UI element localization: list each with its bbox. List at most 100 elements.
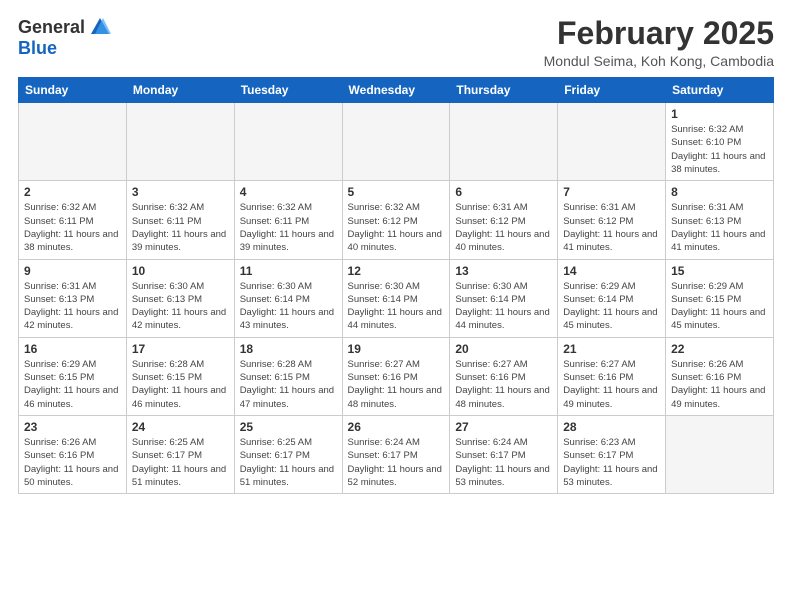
table-row	[19, 103, 127, 181]
table-row	[450, 103, 558, 181]
day-number: 18	[240, 342, 337, 356]
table-row: 4 Sunrise: 6:32 AM Sunset: 6:11 PM Daylig…	[234, 181, 342, 259]
calendar-week-row: 2 Sunrise: 6:32 AM Sunset: 6:11 PM Daylig…	[19, 181, 774, 259]
day-number: 20	[455, 342, 552, 356]
table-row: 19Sunrise: 6:27 AM Sunset: 6:16 PM Dayli…	[342, 337, 450, 415]
day-number: 9	[24, 264, 121, 278]
logo-blue-text: Blue	[18, 38, 57, 59]
day-number: 16	[24, 342, 121, 356]
logo: General Blue	[18, 16, 111, 59]
day-number: 10	[132, 264, 229, 278]
day-info: Sunrise: 6:32 AM Sunset: 6:11 PM Dayligh…	[24, 201, 121, 254]
table-row	[342, 103, 450, 181]
day-info: Sunrise: 6:30 AM Sunset: 6:14 PM Dayligh…	[348, 280, 445, 333]
day-info: Sunrise: 6:28 AM Sunset: 6:15 PM Dayligh…	[240, 358, 337, 411]
col-monday: Monday	[126, 78, 234, 103]
day-number: 1	[671, 107, 768, 121]
day-info: Sunrise: 6:29 AM Sunset: 6:15 PM Dayligh…	[671, 280, 768, 333]
table-row: 3Sunrise: 6:32 AM Sunset: 6:11 PM Daylig…	[126, 181, 234, 259]
day-number: 28	[563, 420, 660, 434]
day-number: 11	[240, 264, 337, 278]
table-row: 13 Sunrise: 6:30 AM Sunset: 6:14 PM Dayli…	[450, 259, 558, 337]
day-info: Sunrise: 6:31 AM Sunset: 6:13 PM Dayligh…	[24, 280, 121, 333]
table-row: 20 Sunrise: 6:27 AM Sunset: 6:16 PM Dayli…	[450, 337, 558, 415]
day-number: 2	[24, 185, 121, 199]
col-wednesday: Wednesday	[342, 78, 450, 103]
table-row: 26 Sunrise: 6:24 AM Sunset: 6:17 PM Dayli…	[342, 415, 450, 493]
table-row: 9 Sunrise: 6:31 AM Sunset: 6:13 PM Daylig…	[19, 259, 127, 337]
day-info: Sunrise: 6:31 AM Sunset: 6:12 PM Dayligh…	[563, 201, 660, 254]
col-thursday: Thursday	[450, 78, 558, 103]
day-number: 15	[671, 264, 768, 278]
table-row	[234, 103, 342, 181]
day-info: Sunrise: 6:30 AM Sunset: 6:13 PM Dayligh…	[132, 280, 229, 333]
day-number: 19	[348, 342, 445, 356]
day-info: Sunrise: 6:32 AM Sunset: 6:12 PM Dayligh…	[348, 201, 445, 254]
day-info: Sunrise: 6:23 AM Sunset: 6:17 PM Dayligh…	[563, 436, 660, 489]
day-info: Sunrise: 6:31 AM Sunset: 6:13 PM Dayligh…	[671, 201, 768, 254]
day-info: Sunrise: 6:26 AM Sunset: 6:16 PM Dayligh…	[671, 358, 768, 411]
calendar-week-row: 1 Sunrise: 6:32 AM Sunset: 6:10 PM Daylig…	[19, 103, 774, 181]
day-number: 26	[348, 420, 445, 434]
day-number: 24	[132, 420, 229, 434]
day-number: 22	[671, 342, 768, 356]
col-saturday: Saturday	[666, 78, 774, 103]
table-row	[666, 415, 774, 493]
table-row: 28 Sunrise: 6:23 AM Sunset: 6:17 PM Dayli…	[558, 415, 666, 493]
table-row	[558, 103, 666, 181]
title-block: February 2025 Mondul Seima, Koh Kong, Ca…	[544, 16, 774, 69]
day-number: 7	[563, 185, 660, 199]
day-number: 13	[455, 264, 552, 278]
day-info: Sunrise: 6:27 AM Sunset: 6:16 PM Dayligh…	[455, 358, 552, 411]
day-number: 17	[132, 342, 229, 356]
day-info: Sunrise: 6:30 AM Sunset: 6:14 PM Dayligh…	[455, 280, 552, 333]
table-row: 5 Sunrise: 6:32 AM Sunset: 6:12 PM Daylig…	[342, 181, 450, 259]
page: General Blue February 2025 Mondul Seima,…	[0, 0, 792, 612]
day-number: 12	[348, 264, 445, 278]
day-info: Sunrise: 6:24 AM Sunset: 6:17 PM Dayligh…	[455, 436, 552, 489]
day-number: 3	[132, 185, 229, 199]
table-row: 23 Sunrise: 6:26 AM Sunset: 6:16 PM Dayli…	[19, 415, 127, 493]
day-number: 27	[455, 420, 552, 434]
table-row: 12 Sunrise: 6:30 AM Sunset: 6:14 PM Dayli…	[342, 259, 450, 337]
table-row: 15 Sunrise: 6:29 AM Sunset: 6:15 PM Dayli…	[666, 259, 774, 337]
day-info: Sunrise: 6:32 AM Sunset: 6:10 PM Dayligh…	[671, 123, 768, 176]
day-number: 25	[240, 420, 337, 434]
day-info: Sunrise: 6:27 AM Sunset: 6:16 PM Dayligh…	[563, 358, 660, 411]
table-row: 2 Sunrise: 6:32 AM Sunset: 6:11 PM Daylig…	[19, 181, 127, 259]
day-info: Sunrise: 6:26 AM Sunset: 6:16 PM Dayligh…	[24, 436, 121, 489]
day-info: Sunrise: 6:32 AM Sunset: 6:11 PM Dayligh…	[240, 201, 337, 254]
calendar-week-row: 16 Sunrise: 6:29 AM Sunset: 6:15 PM Dayli…	[19, 337, 774, 415]
table-row: 6 Sunrise: 6:31 AM Sunset: 6:12 PM Daylig…	[450, 181, 558, 259]
header: General Blue February 2025 Mondul Seima,…	[18, 16, 774, 69]
day-number: 4	[240, 185, 337, 199]
col-tuesday: Tuesday	[234, 78, 342, 103]
table-row: 1 Sunrise: 6:32 AM Sunset: 6:10 PM Daylig…	[666, 103, 774, 181]
day-info: Sunrise: 6:28 AM Sunset: 6:15 PM Dayligh…	[132, 358, 229, 411]
day-info: Sunrise: 6:24 AM Sunset: 6:17 PM Dayligh…	[348, 436, 445, 489]
day-info: Sunrise: 6:29 AM Sunset: 6:14 PM Dayligh…	[563, 280, 660, 333]
month-title: February 2025	[544, 16, 774, 51]
table-row: 24 Sunrise: 6:25 AM Sunset: 6:17 PM Dayli…	[126, 415, 234, 493]
table-row: 16 Sunrise: 6:29 AM Sunset: 6:15 PM Dayli…	[19, 337, 127, 415]
calendar-week-row: 9 Sunrise: 6:31 AM Sunset: 6:13 PM Daylig…	[19, 259, 774, 337]
table-row: 21 Sunrise: 6:27 AM Sunset: 6:16 PM Dayli…	[558, 337, 666, 415]
day-number: 23	[24, 420, 121, 434]
day-number: 8	[671, 185, 768, 199]
day-number: 21	[563, 342, 660, 356]
table-row: 10 Sunrise: 6:30 AM Sunset: 6:13 PM Dayli…	[126, 259, 234, 337]
table-row: 8 Sunrise: 6:31 AM Sunset: 6:13 PM Daylig…	[666, 181, 774, 259]
day-number: 14	[563, 264, 660, 278]
calendar-table: Sunday Monday Tuesday Wednesday Thursday…	[18, 77, 774, 494]
day-info: Sunrise: 6:25 AM Sunset: 6:17 PM Dayligh…	[240, 436, 337, 489]
day-number: 5	[348, 185, 445, 199]
table-row: 14 Sunrise: 6:29 AM Sunset: 6:14 PM Dayli…	[558, 259, 666, 337]
table-row: 11Sunrise: 6:30 AM Sunset: 6:14 PM Dayli…	[234, 259, 342, 337]
table-row	[126, 103, 234, 181]
day-info: Sunrise: 6:31 AM Sunset: 6:12 PM Dayligh…	[455, 201, 552, 254]
location-title: Mondul Seima, Koh Kong, Cambodia	[544, 53, 774, 69]
day-number: 6	[455, 185, 552, 199]
table-row: 22 Sunrise: 6:26 AM Sunset: 6:16 PM Dayli…	[666, 337, 774, 415]
day-info: Sunrise: 6:25 AM Sunset: 6:17 PM Dayligh…	[132, 436, 229, 489]
day-info: Sunrise: 6:29 AM Sunset: 6:15 PM Dayligh…	[24, 358, 121, 411]
